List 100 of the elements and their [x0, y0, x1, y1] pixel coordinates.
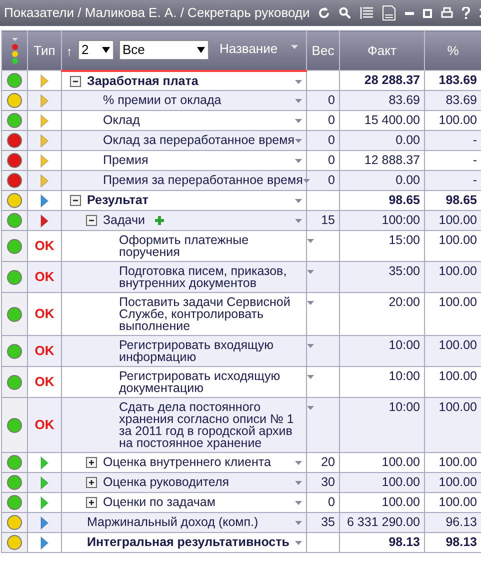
caret-icon[interactable] [295, 501, 302, 505]
weight-value: 0 [328, 93, 335, 107]
window-title: Показатели / Маликова Е. А. / Секретарь руководи [4, 4, 310, 22]
column-header[interactable]: % [447, 42, 459, 58]
expand-icon[interactable] [86, 497, 97, 508]
percent-value: 183.69 [438, 73, 477, 87]
caret-icon[interactable] [295, 159, 302, 163]
caret-icon[interactable] [307, 344, 314, 348]
caret-icon[interactable] [295, 481, 302, 485]
fact-value: 0.00 [396, 133, 420, 147]
caret-icon[interactable] [295, 99, 302, 103]
fact-value: 100.00 [382, 475, 420, 489]
list-icon[interactable] [360, 7, 373, 19]
percent-value: 100.00 [438, 369, 477, 383]
caret-icon[interactable] [295, 541, 302, 545]
fact-value: 35:00 [388, 264, 420, 278]
weight-value: 15 [321, 213, 335, 227]
caret-icon[interactable] [307, 270, 314, 274]
percent-value: 100.00 [438, 495, 477, 509]
column-header[interactable]: Факт [368, 42, 396, 58]
percent-value: 100.00 [438, 264, 477, 278]
caret-icon[interactable] [307, 301, 314, 305]
caret-icon[interactable] [302, 179, 310, 183]
sort-arrow[interactable]: ↑ [66, 42, 72, 62]
caret-icon[interactable] [307, 406, 314, 410]
percent-value: 96.13 [446, 515, 477, 529]
fact-value: 6 331 290.00 [347, 515, 420, 529]
fact-value: 12 888.37 [364, 153, 420, 167]
help-icon[interactable] [462, 7, 470, 19]
fact-value: 0.00 [396, 173, 420, 187]
file-icon[interactable] [382, 5, 396, 21]
dropdown-icon [102, 47, 110, 53]
filter-select[interactable]: Все [118, 40, 208, 60]
status-column-header[interactable] [2, 30, 28, 70]
caret-icon[interactable] [295, 139, 302, 143]
weight-value: 0 [328, 153, 335, 167]
weight-value: 35 [321, 515, 335, 529]
ok-label: OK [34, 271, 54, 283]
collapse-icon[interactable] [70, 195, 81, 206]
minimize-icon[interactable] [404, 12, 414, 14]
fact-value: 100.00 [382, 495, 420, 509]
percent-value: - [472, 133, 477, 147]
caret-icon[interactable] [295, 521, 302, 525]
caret-icon[interactable] [307, 375, 314, 379]
print-icon[interactable] [440, 7, 453, 19]
percent-value: 100.00 [438, 295, 477, 309]
weight-value: 0 [328, 495, 335, 509]
fact-value: 28 288.37 [364, 73, 420, 87]
ok-label: OK [34, 419, 54, 431]
ok-label: OK [34, 308, 54, 320]
ok-label: OK [34, 345, 54, 357]
traffic-light-icon [10, 36, 18, 64]
percent-value: 100.00 [438, 475, 477, 489]
indicator-name[interactable]: Задачи [103, 214, 145, 226]
fact-value: 10:00 [388, 338, 420, 352]
fact-value: 98.65 [388, 193, 420, 207]
dropdown-icon [196, 47, 204, 53]
percent-value: 100.00 [438, 233, 477, 247]
caret-icon[interactable] [307, 239, 314, 243]
level-select[interactable]: 2 [78, 40, 114, 60]
column-header[interactable]: Название [220, 39, 278, 58]
caret-icon[interactable] [290, 45, 298, 49]
percent-value: 83.69 [446, 93, 477, 107]
weight-value: 20 [321, 455, 335, 469]
weight-value: 0 [328, 133, 335, 147]
percent-value: 100.00 [438, 400, 477, 414]
caret-icon[interactable] [295, 119, 302, 123]
fact-value: 15:00 [388, 233, 420, 247]
percent-value: - [472, 153, 477, 167]
fact-value: 98.13 [388, 535, 420, 549]
percent-value: 98.13 [446, 535, 477, 549]
weight-value: 0 [328, 113, 335, 127]
fact-value: 10:00 [388, 400, 420, 414]
ok-label: OK [34, 376, 54, 388]
caret-icon[interactable] [295, 219, 302, 223]
caret-icon[interactable] [295, 199, 302, 203]
expand-icon[interactable] [86, 477, 97, 488]
indicator-name[interactable]: Оклад [103, 114, 140, 126]
search-icon[interactable] [338, 7, 351, 19]
refresh-icon[interactable] [318, 7, 330, 19]
percent-value: 100.00 [438, 113, 477, 127]
collapse-icon[interactable] [86, 215, 97, 226]
fact-value: 15 400.00 [364, 113, 420, 127]
fact-value: 10:00 [388, 369, 420, 383]
percent-value: 98.65 [446, 193, 477, 207]
fact-value: 83.69 [388, 93, 420, 107]
collapse-icon[interactable] [70, 76, 81, 86]
percent-value: 100.00 [438, 338, 477, 352]
fact-value: 20:00 [388, 295, 420, 309]
maximize-icon[interactable] [422, 8, 432, 18]
percent-value: 100.00 [438, 213, 477, 227]
plus-icon[interactable] [154, 216, 164, 225]
expand-icon[interactable] [86, 457, 97, 468]
caret-icon[interactable] [295, 461, 302, 465]
caret-icon[interactable] [295, 80, 302, 84]
weight-value: 0 [328, 173, 335, 187]
indicator-name[interactable]: Результат [87, 194, 148, 206]
percent-value: 100.00 [438, 455, 477, 469]
fact-value: 100:00 [382, 213, 420, 227]
indicator-name[interactable]: Премия [103, 154, 148, 166]
